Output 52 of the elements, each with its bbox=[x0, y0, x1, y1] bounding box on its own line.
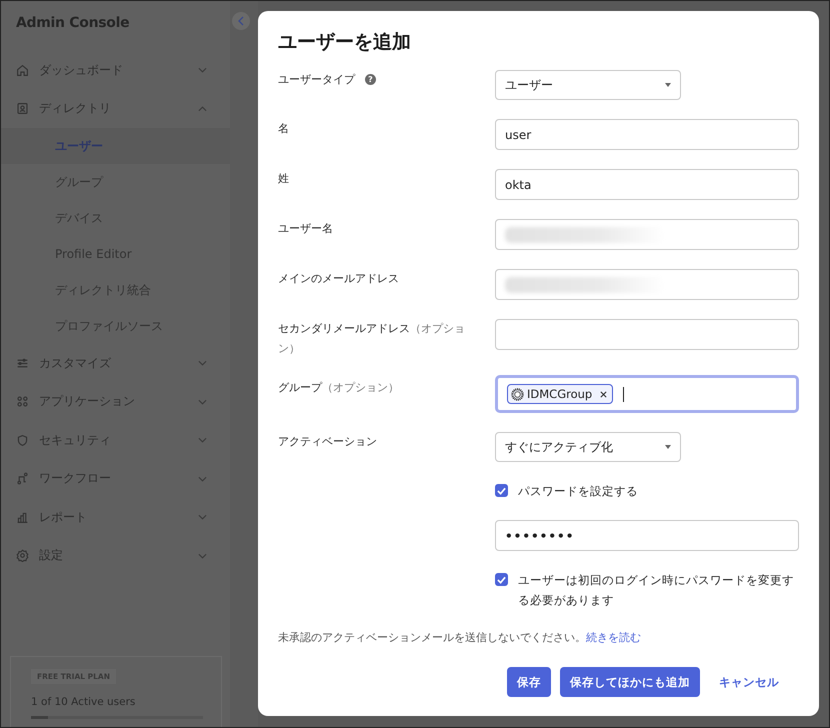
select-dropdown[interactable]: ユーザー bbox=[495, 70, 681, 100]
shield-icon bbox=[16, 434, 29, 447]
gear-icon bbox=[16, 549, 29, 562]
field-label: グループ（オプション） bbox=[278, 380, 399, 396]
sunburst-icon bbox=[511, 388, 524, 400]
flow-icon bbox=[16, 472, 29, 486]
chevron-down-icon bbox=[198, 514, 207, 520]
field-label: アクティベーション bbox=[278, 434, 377, 450]
app-title: Admin Console bbox=[15, 14, 130, 33]
checkbox[interactable] bbox=[495, 573, 508, 586]
notice-text: 未承認のアクティベーションメールを送信しないでください。続きを読む bbox=[278, 630, 642, 645]
input-field[interactable] bbox=[495, 219, 799, 250]
collapse-button[interactable] bbox=[232, 12, 250, 30]
text-cursor bbox=[623, 386, 624, 402]
select-dropdown[interactable]: すぐにアクティブ化 bbox=[495, 432, 681, 462]
dropdown-caret-icon bbox=[665, 445, 671, 449]
help-badge[interactable]: ? bbox=[365, 74, 376, 85]
input-field[interactable]: user bbox=[495, 119, 799, 150]
chart-icon bbox=[16, 510, 29, 524]
remove-icon[interactable] bbox=[600, 390, 608, 398]
password-field[interactable]: •••••••• bbox=[495, 520, 799, 551]
input-field[interactable] bbox=[495, 269, 799, 300]
input-field[interactable] bbox=[495, 319, 799, 350]
chevron-down-icon bbox=[198, 437, 207, 444]
field-label: セカンダリメールアドレス（オプション） bbox=[278, 321, 466, 357]
chevron-down-icon bbox=[198, 360, 207, 366]
field-label: 名 bbox=[278, 121, 289, 137]
chevron-down-icon bbox=[198, 552, 207, 559]
chevron-left-icon bbox=[238, 16, 244, 26]
dropdown-caret-icon bbox=[665, 83, 671, 87]
checkbox[interactable] bbox=[495, 484, 508, 497]
apps-icon bbox=[16, 395, 29, 408]
read-more-link[interactable]: 続きを読む bbox=[586, 631, 641, 644]
chevron-down-icon bbox=[198, 398, 207, 405]
chevron-up-icon bbox=[198, 106, 207, 112]
field-label: ユーザータイプ bbox=[278, 72, 355, 88]
group-chip[interactable]: IDMCGroup bbox=[507, 384, 614, 404]
field-label: ユーザー名 bbox=[278, 221, 333, 237]
save-button[interactable]: 保存してほかにも追加 bbox=[560, 667, 700, 697]
save-button[interactable]: 保存 bbox=[507, 667, 551, 697]
chevron-down-icon bbox=[198, 476, 207, 482]
checkbox-option[interactable]: パスワードを設定する bbox=[495, 481, 799, 501]
home-icon bbox=[16, 64, 29, 77]
dialog-title: ユーザーを追加 bbox=[278, 30, 412, 55]
field-label: 姓 bbox=[278, 171, 289, 187]
input-field[interactable]: okta bbox=[495, 169, 799, 200]
chevron-down-icon bbox=[198, 67, 207, 74]
group-tag-field[interactable]: IDMCGroup bbox=[495, 375, 799, 413]
cancel-button[interactable]: キャンセル bbox=[709, 667, 789, 697]
tune-icon bbox=[16, 356, 29, 370]
checkbox-option[interactable]: ユーザーは初回のログイン時にパスワードを変更する必要があります bbox=[495, 570, 799, 610]
field-label: メインのメールアドレス bbox=[278, 271, 399, 287]
